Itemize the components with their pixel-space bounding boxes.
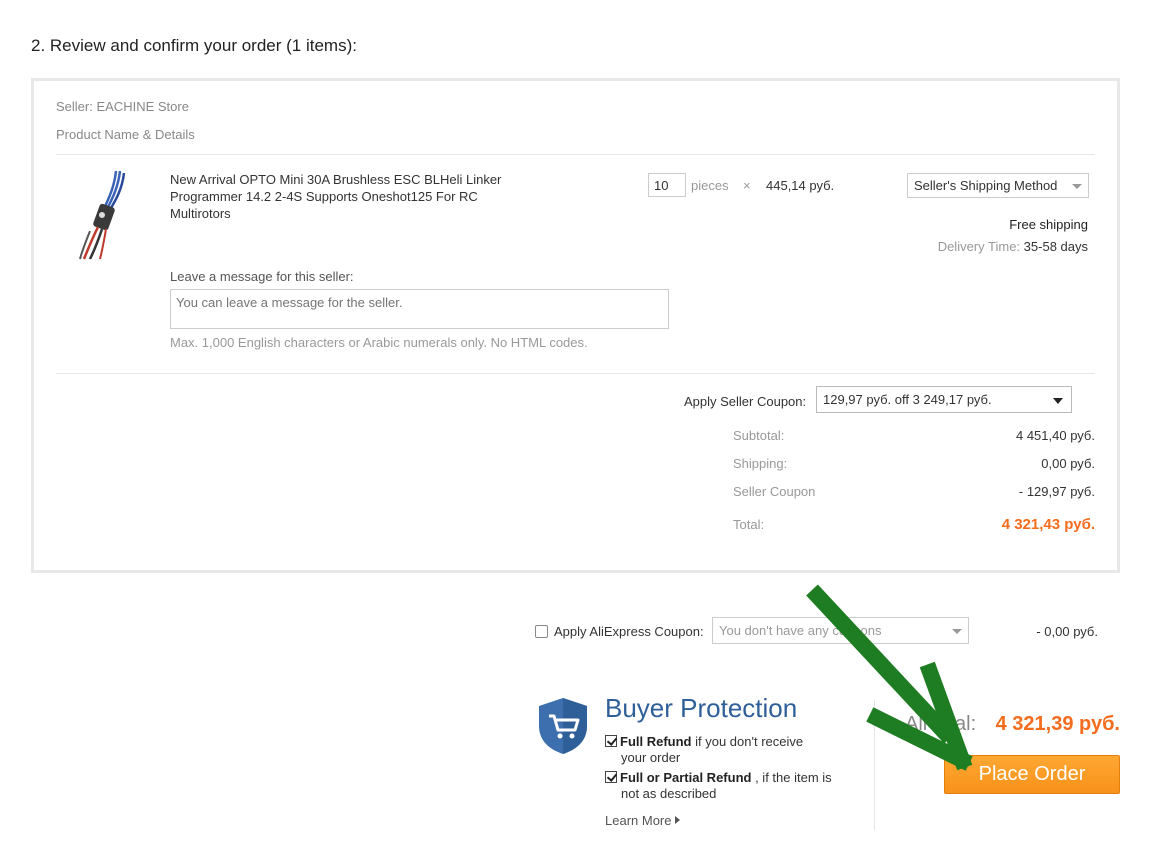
seller-name: Seller: EACHINE Store bbox=[56, 99, 189, 114]
partial-refund-text: , if the item is bbox=[751, 770, 832, 785]
caret-right-icon bbox=[675, 816, 681, 824]
chevron-down-icon bbox=[952, 629, 962, 634]
full-refund-line: Full Refund if you don't receive bbox=[605, 733, 803, 750]
quantity-unit: pieces bbox=[691, 178, 729, 193]
order-review-panel: Seller: EACHINE Store Product Name & Det… bbox=[31, 78, 1120, 573]
learn-more-link[interactable]: Learn More bbox=[605, 813, 681, 828]
delivery-time-value: 35-58 days bbox=[1023, 239, 1088, 254]
divider bbox=[56, 373, 1095, 374]
all-total-value: 4 321,39 руб. bbox=[995, 713, 1120, 735]
subtotal-value: 4 451,40 руб. bbox=[1015, 428, 1095, 443]
aliexpress-coupon-select[interactable]: You don't have any coupons bbox=[712, 617, 969, 644]
all-total-label: All total: bbox=[905, 713, 977, 735]
free-shipping-label: Free shipping bbox=[1009, 217, 1088, 232]
shipping-method-value: Seller's Shipping Method bbox=[914, 178, 1058, 193]
buyer-protection-title: Buyer Protection bbox=[605, 693, 798, 723]
check-icon bbox=[605, 771, 617, 783]
message-label: Leave a message for this seller: bbox=[170, 269, 354, 284]
section-title: 2. Review and confirm your order (1 item… bbox=[31, 36, 357, 55]
aliexpress-coupon-checkbox[interactable] bbox=[535, 625, 548, 638]
seller-coupon-select[interactable]: 129,97 руб. off 3 249,17 руб. bbox=[816, 386, 1072, 413]
seller-coupon-summary-value: - 129,97 руб. bbox=[1018, 484, 1095, 499]
seller-message-input[interactable] bbox=[170, 289, 669, 329]
aliexpress-coupon-placeholder: You don't have any coupons bbox=[719, 623, 882, 638]
seller-coupon-value: 129,97 руб. off 3 249,17 руб. bbox=[823, 392, 992, 407]
message-hint: Max. 1,000 English characters or Arabic … bbox=[170, 335, 588, 350]
check-icon bbox=[605, 735, 617, 747]
seller-coupon-summary-label: Seller Coupon bbox=[733, 484, 816, 499]
divider bbox=[874, 700, 875, 830]
product-image[interactable] bbox=[78, 169, 144, 261]
seller-coupon-label: Apply Seller Coupon: bbox=[684, 394, 807, 409]
place-order-button[interactable]: Place Order bbox=[944, 755, 1120, 794]
shipping-method-select[interactable]: Seller's Shipping Method bbox=[907, 173, 1089, 198]
partial-refund-sub: not as described bbox=[621, 786, 717, 801]
full-refund-text: if you don't receive bbox=[691, 734, 804, 749]
full-refund-sub: your order bbox=[621, 750, 681, 765]
chevron-down-icon bbox=[1072, 184, 1082, 189]
shield-cart-icon bbox=[539, 698, 587, 754]
partial-refund-bold: Full or Partial Refund bbox=[620, 770, 752, 785]
product-name-link[interactable]: New Arrival OPTO Mini 30A Brushless ESC … bbox=[170, 171, 510, 222]
shipping-label: Shipping: bbox=[733, 456, 788, 471]
shipping-value: 0,00 руб. bbox=[1041, 456, 1095, 471]
subtotal-label: Subtotal: bbox=[733, 428, 785, 443]
product-header: Product Name & Details bbox=[56, 127, 195, 142]
times-sign: × bbox=[743, 178, 751, 193]
total-value: 4 321,43 руб. bbox=[1001, 516, 1095, 533]
learn-more-label: Learn More bbox=[605, 813, 672, 828]
aliexpress-coupon-value: - 0,00 руб. bbox=[1036, 624, 1098, 639]
quantity-input[interactable] bbox=[648, 173, 686, 197]
divider bbox=[56, 154, 1095, 155]
delivery-time-label: Delivery Time: bbox=[937, 239, 1021, 254]
partial-refund-line: Full or Partial Refund , if the item is bbox=[605, 769, 832, 786]
unit-price: 445,14 руб. bbox=[766, 178, 835, 193]
aliexpress-coupon-label: Apply AliExpress Coupon: bbox=[554, 624, 704, 639]
chevron-down-icon bbox=[1053, 398, 1063, 404]
delivery-time: Delivery Time: 35-58 days bbox=[938, 239, 1088, 254]
full-refund-bold: Full Refund bbox=[620, 734, 692, 749]
total-label: Total: bbox=[733, 517, 765, 532]
